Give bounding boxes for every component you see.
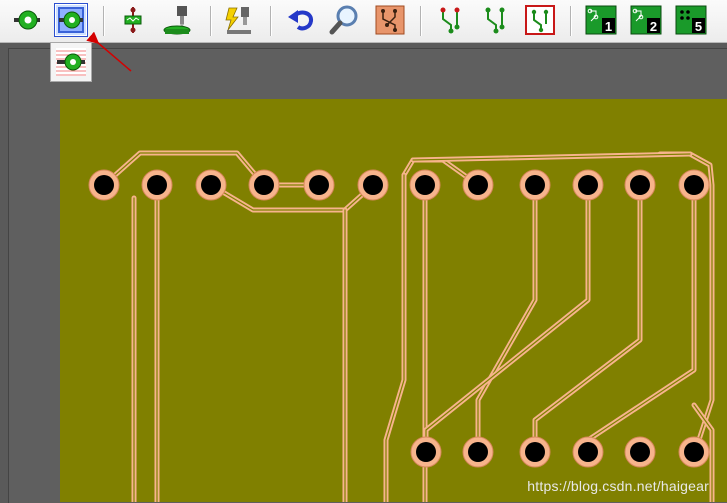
pad-hole	[201, 175, 221, 195]
annotation-arrow	[86, 31, 132, 72]
pad-hole	[415, 175, 435, 195]
pcb-traces-layer	[86, 31, 715, 502]
copper-trace[interactable]	[101, 150, 267, 188]
pad-hole	[578, 442, 598, 462]
copper-trace[interactable]	[423, 182, 591, 455]
pad-hole	[254, 175, 274, 195]
copper-trace[interactable]	[475, 182, 538, 455]
pad-hole	[468, 175, 488, 195]
pad-hole	[684, 442, 704, 462]
copper-traces	[101, 150, 715, 502]
trace-gap-line	[385, 174, 405, 502]
pad-hole	[416, 442, 436, 462]
pad-hole	[147, 175, 167, 195]
pad-hole	[525, 442, 545, 462]
pad-hole	[525, 175, 545, 195]
pad-hole	[468, 442, 488, 462]
pad-hole	[309, 175, 329, 195]
pad-hole	[684, 175, 704, 195]
pad-hole	[630, 175, 650, 195]
pad-hole	[94, 175, 114, 195]
pad-hole	[630, 442, 650, 462]
copper-trace[interactable]	[383, 172, 407, 502]
pad-hole	[363, 175, 383, 195]
pad-hole	[578, 175, 598, 195]
watermark-text: https://blog.csdn.net/haigear	[527, 478, 709, 494]
